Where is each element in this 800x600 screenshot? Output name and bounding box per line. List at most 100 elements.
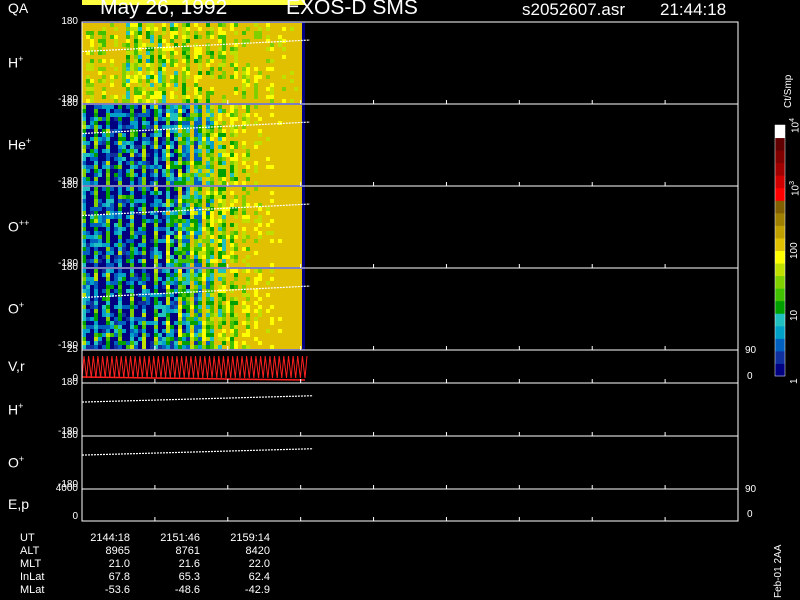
- spectrogram-cell: [274, 113, 278, 117]
- spectrogram-cell: [194, 149, 198, 153]
- spectrogram-cell: [282, 273, 286, 277]
- spectrogram-cell: [182, 321, 186, 325]
- spectrogram-cell: [174, 195, 178, 199]
- spectrogram-cell: [154, 341, 158, 345]
- spectrogram-cell: [182, 285, 186, 289]
- spectrogram-cell: [238, 251, 242, 255]
- spectrogram-cell: [126, 63, 130, 67]
- spectrogram-cell: [282, 35, 286, 39]
- spectrogram-cell: [206, 141, 210, 145]
- spectrogram-cell: [134, 325, 138, 329]
- spectrogram-cell: [190, 321, 194, 325]
- spectrogram-cell: [282, 207, 286, 211]
- spectrogram-cell: [218, 313, 222, 317]
- y-top-tick: 180: [61, 180, 78, 191]
- spectrogram-cell: [106, 67, 110, 71]
- spectrogram-cell: [198, 281, 202, 285]
- spectrogram-cell: [282, 165, 286, 169]
- spectrogram-cell: [278, 125, 282, 129]
- spectrogram-cell: [114, 109, 118, 113]
- spectrogram-cell: [206, 121, 210, 125]
- spectrogram-cell: [150, 75, 154, 79]
- spectrogram-cell: [126, 55, 130, 59]
- spectrogram-cell: [250, 227, 254, 231]
- spectrogram-cell: [146, 39, 150, 43]
- spectrogram-cell: [222, 145, 226, 149]
- spectrogram-cell: [114, 227, 118, 231]
- spectrogram-cell: [226, 187, 230, 191]
- spectrogram-cell: [262, 255, 266, 259]
- spectrogram-cell: [198, 239, 202, 243]
- spectrogram-cell: [210, 231, 214, 235]
- spectrogram-cell: [286, 187, 290, 191]
- spectrogram-cell: [142, 181, 146, 185]
- spectrogram-cell: [222, 337, 226, 341]
- colorbar-swatch: [775, 125, 785, 139]
- spectrogram-cell: [262, 297, 266, 301]
- spectrogram-cell: [282, 247, 286, 251]
- panel-label: O++: [8, 218, 30, 235]
- spectrogram-cell: [234, 215, 238, 219]
- spectrogram-cell: [114, 71, 118, 75]
- spectrogram-cell: [142, 31, 146, 35]
- spectrogram-cell: [150, 239, 154, 243]
- spectrogram-cell: [106, 137, 110, 141]
- spectrogram-cell: [238, 231, 242, 235]
- spectrogram-cell: [226, 67, 230, 71]
- spectrogram-cell: [130, 141, 134, 145]
- spectrogram-cell: [170, 273, 174, 277]
- spectrogram-cell: [202, 333, 206, 337]
- spectrogram-cell: [274, 31, 278, 35]
- spectrogram-cell: [114, 63, 118, 67]
- spectrogram-cell: [202, 79, 206, 83]
- spectrogram-cell: [194, 105, 198, 109]
- spectrogram-cell: [238, 203, 242, 207]
- spectrogram-cell: [242, 317, 246, 321]
- spectrogram-cell: [282, 235, 286, 239]
- spectrogram-cell: [230, 285, 234, 289]
- spectrogram-cell: [198, 145, 202, 149]
- spectrogram-cell: [222, 329, 226, 333]
- spectrogram-cell: [238, 243, 242, 247]
- spectrogram-cell: [102, 255, 106, 259]
- spectrogram-cell: [290, 173, 294, 177]
- spectrogram-cell: [274, 157, 278, 161]
- spectrogram-cell: [94, 71, 98, 75]
- spectrogram-cell: [234, 165, 238, 169]
- spectrogram-cell: [82, 55, 86, 59]
- spectrogram-cell: [246, 325, 250, 329]
- spectrogram-cell: [238, 35, 242, 39]
- spectrogram-cell: [298, 301, 302, 305]
- spectrogram-cell: [186, 231, 190, 235]
- spectrogram-cell: [106, 273, 110, 277]
- spectrogram-cell: [202, 251, 206, 255]
- spectrogram-cell: [298, 137, 302, 141]
- spectrogram-cell: [102, 273, 106, 277]
- spectrogram-cell: [286, 223, 290, 227]
- spectrogram-cell: [174, 227, 178, 231]
- spectrogram-cell: [90, 211, 94, 215]
- spectrogram-cell: [94, 321, 98, 325]
- spectrogram-cell: [194, 191, 198, 195]
- spectrogram-cell: [242, 297, 246, 301]
- spectrogram-cell: [298, 149, 302, 153]
- spectrogram-cell: [246, 149, 250, 153]
- spectrogram-cell: [246, 195, 250, 199]
- spectrogram-cell: [142, 153, 146, 157]
- spectrogram-cell: [214, 321, 218, 325]
- spectrogram-cell: [202, 47, 206, 51]
- spectrogram-cell: [234, 321, 238, 325]
- spectrogram-cell: [274, 27, 278, 31]
- spectrogram-cell: [206, 309, 210, 313]
- spectrogram-cell: [158, 227, 162, 231]
- spectrogram-cell: [110, 269, 114, 273]
- spectrogram-cell: [278, 71, 282, 75]
- spectrogram-cell: [266, 153, 270, 157]
- spectrogram-cell: [174, 223, 178, 227]
- spectrogram-cell: [218, 137, 222, 141]
- spectrogram-cell: [198, 75, 202, 79]
- spectrogram-cell: [266, 281, 270, 285]
- spectrogram-cell: [274, 137, 278, 141]
- spectrogram-cell: [194, 345, 198, 349]
- spectrogram-cell: [194, 51, 198, 55]
